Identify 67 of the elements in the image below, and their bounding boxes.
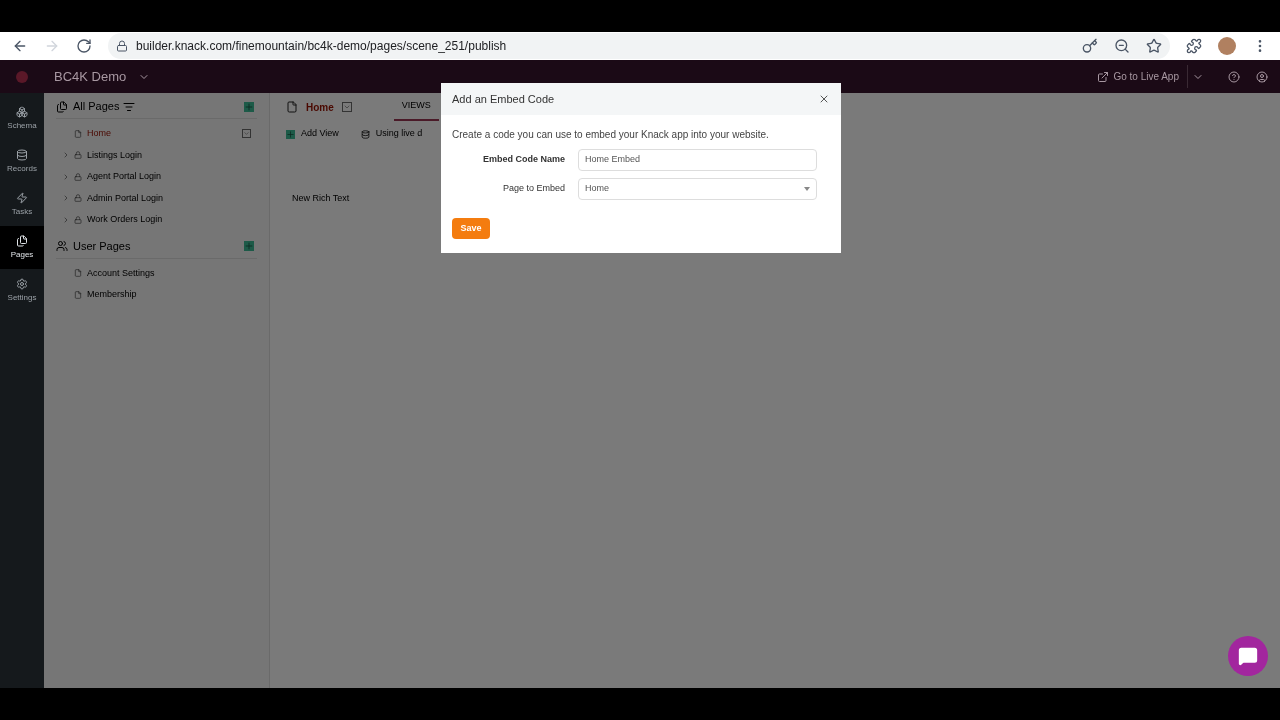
reload-icon[interactable] — [76, 38, 92, 54]
database-icon — [360, 129, 370, 139]
page-item[interactable]: Listings Login — [87, 148, 257, 162]
lock-icon — [74, 215, 82, 224]
app-name[interactable]: BC4K Demo — [54, 66, 127, 87]
page-icon — [74, 129, 82, 138]
dialog-description: Create a code you can use to embed your Knack app into your website. — [452, 128, 770, 142]
views-tab[interactable]: VIEWS — [393, 93, 439, 121]
extensions-icon[interactable] — [1186, 38, 1202, 54]
page-select[interactable]: Home — [578, 178, 817, 200]
source-label: Using live d — [375, 127, 423, 141]
rail-item[interactable]: Schema — [0, 97, 44, 140]
expand-icon[interactable] — [62, 194, 70, 203]
settings-icon — [16, 277, 28, 290]
pages-icon — [16, 234, 28, 247]
profile-avatar[interactable] — [1218, 37, 1236, 55]
key-icon[interactable] — [1082, 38, 1098, 54]
page-icon — [286, 101, 298, 113]
close-icon[interactable] — [818, 93, 830, 105]
plus-icon — [286, 129, 295, 139]
page-item[interactable]: Agent Portal Login — [87, 170, 257, 184]
zoom-icon[interactable] — [1114, 38, 1130, 54]
lock-icon — [74, 172, 82, 181]
rail-item[interactable]: Tasks — [0, 183, 44, 226]
name-field[interactable]: Home Embed — [578, 149, 817, 171]
rail-item[interactable]: Pages — [0, 226, 44, 269]
lock-icon — [116, 40, 128, 52]
page-icon — [74, 290, 82, 299]
lock-icon — [74, 194, 82, 203]
field-label: Embed Code Name — [481, 153, 566, 167]
address-bar[interactable]: builder.knack.com/finemountain/bc4k-demo/pages/scene_251/publish — [108, 33, 1170, 59]
help-icon[interactable] — [1228, 70, 1240, 83]
add-page-icon[interactable] — [244, 101, 254, 112]
back-icon[interactable] — [12, 38, 28, 54]
bookmark-icon[interactable] — [1146, 38, 1162, 54]
section-title: User Pages — [73, 238, 131, 254]
page-item[interactable]: Membership — [87, 288, 257, 302]
dialog-title: Add an Embed Code — [452, 91, 555, 107]
chat-icon — [1238, 646, 1258, 666]
pages-icon — [56, 100, 68, 113]
page-item[interactable]: Account Settings — [87, 266, 257, 280]
rail-item[interactable]: Settings — [0, 269, 44, 312]
page-icon — [74, 269, 82, 278]
expand-icon[interactable] — [62, 215, 70, 224]
caret-icon[interactable] — [242, 129, 251, 139]
expand-icon[interactable] — [62, 172, 70, 181]
save-button[interactable]: Save — [452, 218, 490, 239]
logo-icon — [16, 70, 28, 83]
external-link-icon — [1097, 70, 1110, 83]
url-text: builder.knack.com/finemountain/bc4k-demo/pages/scene_251/publish — [136, 38, 507, 55]
filter-icon[interactable] — [123, 100, 136, 113]
page-item[interactable]: Work Orders Login — [87, 213, 257, 227]
expand-icon[interactable] — [62, 151, 70, 160]
add-view-button[interactable]: Add View — [286, 127, 339, 141]
lock-icon — [74, 151, 82, 160]
page-item[interactable]: Home — [87, 127, 242, 141]
users-icon — [56, 240, 68, 252]
lightning-icon — [16, 191, 28, 204]
rail-item[interactable]: Records — [0, 140, 44, 183]
page-item[interactable]: Admin Portal Login — [87, 191, 257, 205]
live-app-button[interactable]: Go to Live App — [1089, 65, 1188, 88]
database-icon — [16, 148, 28, 161]
page-title: Home — [306, 100, 334, 115]
section-title: All Pages — [73, 99, 120, 115]
caret-icon[interactable] — [341, 102, 352, 112]
account-icon[interactable] — [1256, 70, 1268, 83]
schema-icon — [16, 105, 28, 118]
